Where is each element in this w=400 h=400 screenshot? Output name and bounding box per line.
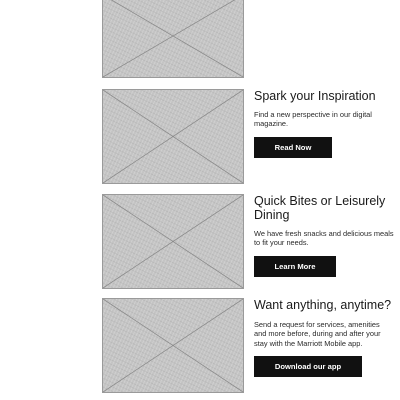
learn-more-button[interactable]: Learn More [254,256,336,277]
card-text: Spark your Inspiration Find a new perspe… [254,89,394,158]
placeholder-image [102,194,244,289]
download-app-button[interactable]: Download our app [254,356,362,377]
card-description: Find a new perspective in our digital ma… [254,110,372,129]
card-title: Quick Bites or Leisurely Dining [254,194,386,222]
read-now-button[interactable]: Read Now [254,137,332,158]
image-placeholder-icon [103,0,243,77]
placeholder-image [102,0,244,78]
placeholder-image [102,298,244,393]
card-description: Send a request for services, amenities a… [254,320,381,348]
image-placeholder-icon [103,195,243,288]
placeholder-image [102,89,244,184]
card-description: We have fresh snacks and delicious meals… [254,229,394,248]
card-title: Spark your Inspiration [254,89,376,103]
image-placeholder-icon [103,299,243,392]
card-title: Want anything, anytime? [254,298,392,312]
card-text: Quick Bites or Leisurely Dining We have … [254,194,394,277]
image-placeholder-icon [103,90,243,183]
card-text: Want anything, anytime? Send a request f… [254,298,394,377]
